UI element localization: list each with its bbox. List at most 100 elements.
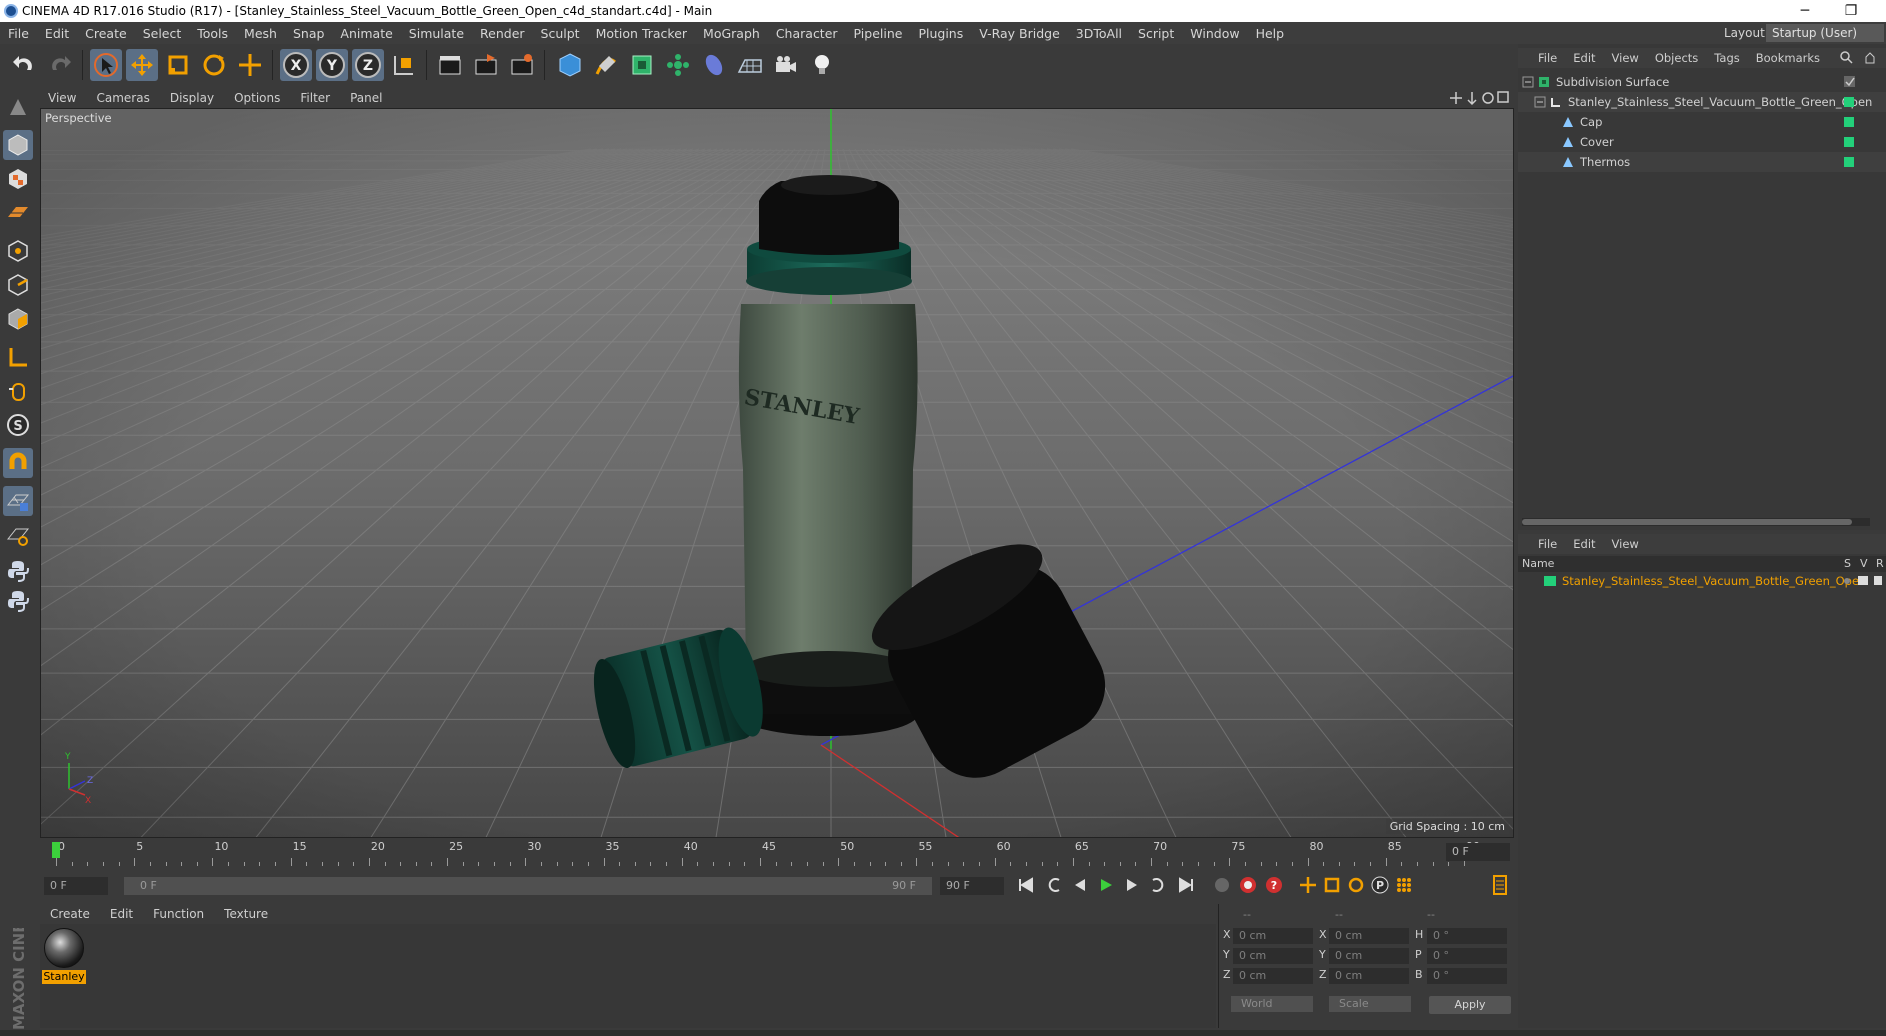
deformer-button[interactable]	[698, 49, 730, 81]
floor-button[interactable]	[734, 49, 766, 81]
render-settings-button[interactable]	[506, 49, 538, 81]
viewport-menu-view[interactable]: View	[38, 91, 86, 105]
light-button[interactable]	[806, 49, 838, 81]
python-script-2-button[interactable]	[3, 586, 33, 616]
viewport-menu-panel[interactable]: Panel	[340, 91, 392, 105]
lm-menu-file[interactable]: File	[1530, 537, 1565, 551]
timeline-button[interactable]	[1488, 873, 1512, 897]
polygons-mode-button[interactable]	[3, 304, 33, 334]
layer-color-tag[interactable]	[1844, 137, 1854, 147]
layer-row[interactable]: Stanley_Stainless_Steel_Vacuum_Bottle_Gr…	[1518, 572, 1886, 590]
perspective-viewport[interactable]: STANLEY Y Z X Perspective Grid Spacing :	[40, 108, 1514, 838]
viewport-menu-options[interactable]: Options	[224, 91, 290, 105]
collapse-toggle-icon[interactable]	[1534, 96, 1546, 108]
viewport-menu-display[interactable]: Display	[160, 91, 224, 105]
python-script-button[interactable]	[3, 556, 33, 586]
restore-button[interactable]: ❐	[1828, 0, 1874, 22]
axis-mode-button[interactable]	[3, 342, 33, 372]
transform-mode-dropdown[interactable]: Scale	[1329, 996, 1411, 1012]
scale-tool-button[interactable]	[162, 49, 194, 81]
viewport-menu-cameras[interactable]: Cameras	[86, 91, 159, 105]
render-view-button[interactable]	[434, 49, 466, 81]
camera-button[interactable]	[770, 49, 802, 81]
om-menu-view[interactable]: View	[1604, 51, 1647, 65]
undo-button[interactable]	[8, 49, 40, 81]
magnet-button[interactable]	[3, 448, 33, 478]
menu-simulate[interactable]: Simulate	[401, 26, 472, 41]
layer-color-tag[interactable]	[1844, 117, 1854, 127]
select-tool-button[interactable]	[90, 49, 122, 81]
menu-script[interactable]: Script	[1130, 26, 1182, 41]
move-tool-button[interactable]	[126, 49, 158, 81]
layer-toggles-icon[interactable]	[1842, 575, 1882, 587]
key-rotation-button[interactable]	[1344, 873, 1368, 897]
collapse-toggle-icon[interactable]	[1522, 76, 1534, 88]
material-swatch[interactable]	[44, 928, 84, 968]
menu-mograph[interactable]: MoGraph	[695, 26, 768, 41]
tweak-mode-button[interactable]	[3, 376, 33, 406]
menu-vray-bridge[interactable]: V-Ray Bridge	[971, 26, 1068, 41]
object-row-cap[interactable]: Cap	[1518, 112, 1886, 132]
object-manager-scrollbar[interactable]	[1522, 518, 1870, 526]
coordinate-system-button[interactable]	[388, 49, 420, 81]
goto-end-button[interactable]	[1174, 873, 1198, 897]
play-button[interactable]	[1094, 873, 1118, 897]
y-axis-lock-button[interactable]: Y	[316, 49, 348, 81]
x-axis-lock-button[interactable]: X	[280, 49, 312, 81]
object-row-thermos[interactable]: Thermos	[1518, 152, 1886, 172]
minimize-button[interactable]: ─	[1782, 0, 1828, 22]
om-menu-tags[interactable]: Tags	[1706, 51, 1747, 65]
lm-menu-view[interactable]: View	[1604, 537, 1647, 551]
texture-mode-button[interactable]	[3, 164, 33, 194]
make-editable-button[interactable]	[3, 92, 33, 122]
size-x-field[interactable]: 0 cm	[1329, 928, 1409, 944]
menu-file[interactable]: File	[0, 26, 37, 41]
rot-b-field[interactable]: 0 °	[1427, 968, 1507, 984]
scrollbar-thumb[interactable]	[1522, 519, 1852, 525]
menu-select[interactable]: Select	[135, 26, 190, 41]
rot-h-field[interactable]: 0 °	[1427, 928, 1507, 944]
layer-color-tag[interactable]	[1844, 97, 1854, 107]
current-frame-field[interactable]: 0 F	[1446, 843, 1510, 861]
menu-snap[interactable]: Snap	[285, 26, 332, 41]
goto-start-button[interactable]	[1014, 873, 1038, 897]
menu-tools[interactable]: Tools	[189, 26, 236, 41]
multi-tool-button[interactable]	[234, 49, 266, 81]
editor-check-icon[interactable]	[1844, 76, 1856, 88]
key-pla-button[interactable]	[1392, 873, 1416, 897]
edges-mode-button[interactable]	[3, 270, 33, 300]
material-menu-create[interactable]: Create	[40, 907, 100, 921]
cube-object-button[interactable]	[554, 49, 586, 81]
menu-plugins[interactable]: Plugins	[910, 26, 971, 41]
menu-character[interactable]: Character	[768, 26, 846, 41]
key-parameter-button[interactable]: P	[1368, 873, 1392, 897]
key-scale-button[interactable]	[1320, 873, 1344, 897]
om-menu-file[interactable]: File	[1530, 51, 1565, 65]
snap-button[interactable]: S	[3, 410, 33, 440]
model-mode-button[interactable]	[3, 130, 33, 160]
next-key-button[interactable]	[1146, 873, 1170, 897]
rotate-tool-button[interactable]	[198, 49, 230, 81]
nurbs-button[interactable]	[626, 49, 658, 81]
object-row-subdivision-surface[interactable]: Subdivision Surface	[1518, 72, 1886, 92]
viewport-nav-icons[interactable]	[1450, 90, 1510, 106]
viewport-menu-filter[interactable]: Filter	[290, 91, 340, 105]
workplane-button[interactable]	[3, 198, 33, 228]
object-row-cover[interactable]: Cover	[1518, 132, 1886, 152]
end-frame-field[interactable]: 90 F	[940, 877, 1004, 895]
material-menu-texture[interactable]: Texture	[214, 907, 278, 921]
keyframe-selection-button[interactable]	[1210, 873, 1234, 897]
coordinate-mode-dropdown[interactable]: World	[1231, 996, 1313, 1012]
material-menu-function[interactable]: Function	[143, 907, 214, 921]
array-button[interactable]	[662, 49, 694, 81]
timeline-ticks[interactable]: 051015202530354045505560657075808590	[52, 840, 1480, 866]
om-menu-bookmarks[interactable]: Bookmarks	[1748, 51, 1828, 65]
menu-sculpt[interactable]: Sculpt	[533, 26, 588, 41]
previous-key-button[interactable]	[1042, 873, 1066, 897]
record-button[interactable]	[1236, 873, 1260, 897]
z-axis-lock-button[interactable]: Z	[352, 49, 384, 81]
autokey-button[interactable]: ?	[1262, 873, 1286, 897]
menu-mesh[interactable]: Mesh	[236, 26, 285, 41]
workplane-lock-button[interactable]	[3, 486, 33, 516]
om-menu-edit[interactable]: Edit	[1565, 51, 1603, 65]
